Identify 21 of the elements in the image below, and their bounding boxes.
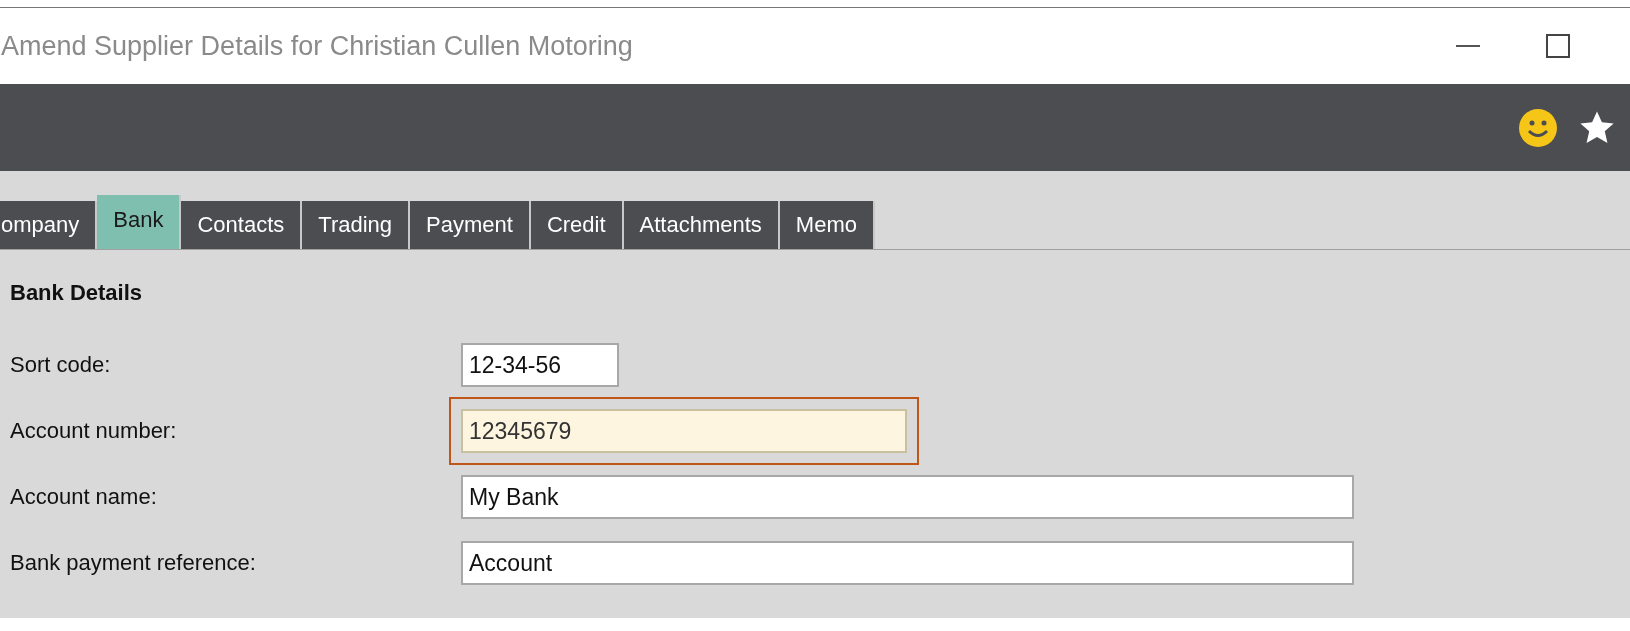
input-field[interactable]: Account (461, 541, 1354, 585)
input-field[interactable]: 12345679 (461, 409, 907, 453)
field-label: Sort code: (10, 352, 112, 378)
tab[interactable]: Trading (302, 201, 411, 249)
section-heading: Bank Details (10, 280, 143, 306)
field-label: Account name: (10, 484, 158, 510)
tab[interactable]: Memo (779, 201, 875, 249)
field-label: Account number: (10, 418, 178, 444)
field-label: Bank payment reference: (10, 550, 257, 576)
tab[interactable]: ompany (0, 201, 98, 249)
minimize-icon[interactable] (1456, 44, 1480, 48)
window-title: Amend Supplier Details for Christian Cullen Motoring (1, 30, 634, 62)
tab[interactable]: Bank (97, 195, 182, 249)
smiley-icon[interactable] (1518, 107, 1558, 148)
maximize-icon[interactable] (1546, 34, 1570, 58)
tab[interactable]: Contacts (181, 201, 303, 249)
input-field[interactable]: 12-34-56 (461, 343, 619, 387)
tab[interactable]: Credit (530, 201, 624, 249)
tab[interactable]: Payment (410, 201, 531, 249)
input-field[interactable]: My Bank (461, 475, 1354, 519)
tab[interactable]: Attachments (623, 201, 780, 249)
